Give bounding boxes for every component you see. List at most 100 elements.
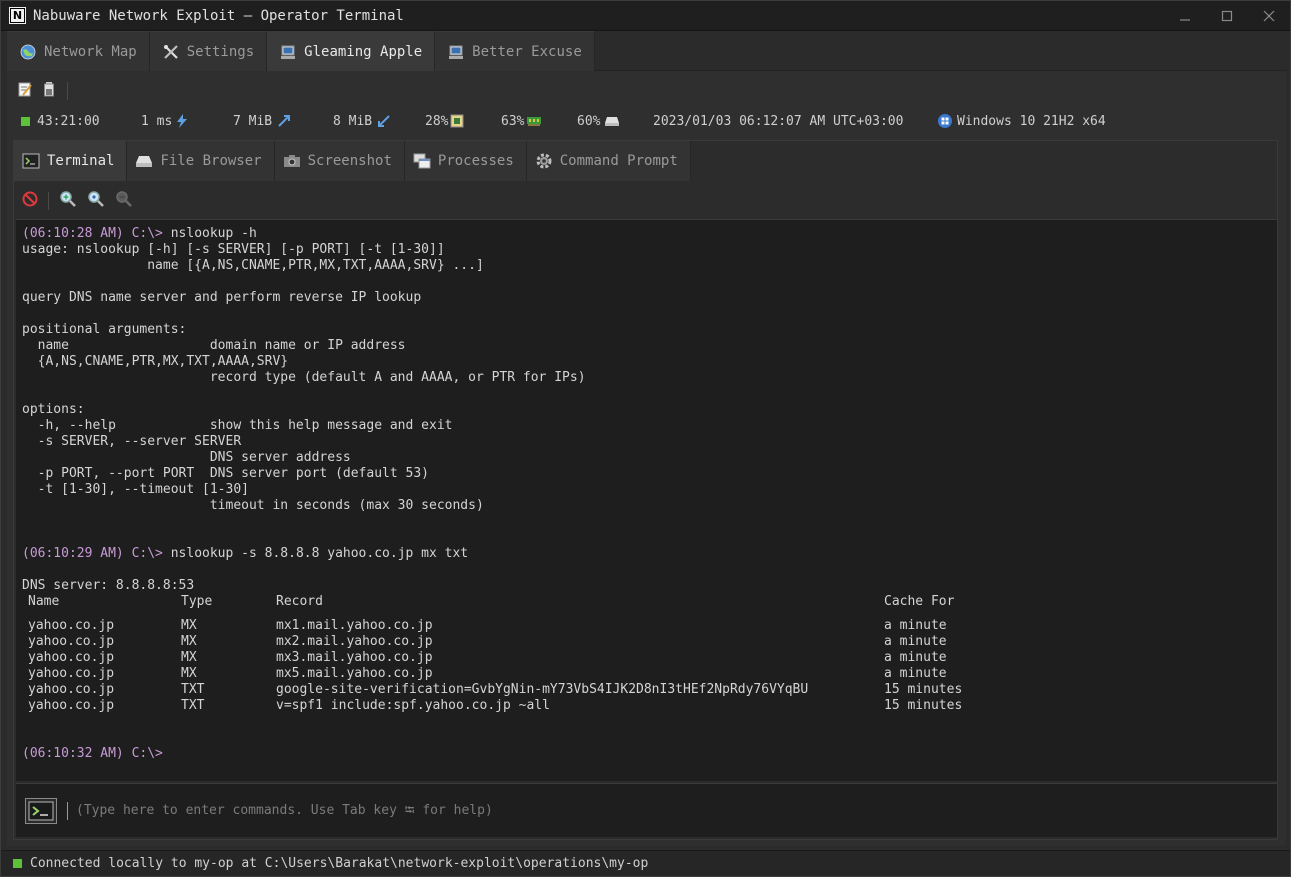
drive-icon [605, 117, 620, 126]
close-icon [1263, 10, 1275, 22]
tab-settings[interactable]: Settings [149, 31, 268, 71]
table-row: yahoo.co.jp TXT v=spf1 include:spf.yahoo.c… [28, 698, 1004, 714]
tab-processes[interactable]: Processes [404, 141, 527, 181]
column-header: Cache For [884, 594, 955, 609]
table-cell: MX [181, 650, 197, 665]
terminal-line: (06:10:29 AM) C:\> nslookup -s 8.8.8.8 y… [22, 546, 1271, 562]
text-cursor [67, 801, 68, 820]
battery-button[interactable] [43, 81, 55, 101]
help-line: record type (default A and AAAA, or PTR … [22, 370, 586, 385]
clear-terminal-button[interactable] [22, 191, 38, 211]
windows-stack-icon [413, 152, 431, 170]
tab-label: Better Excuse [472, 43, 582, 60]
cpu-value: 28% [425, 113, 449, 129]
table-cell: MX [181, 618, 197, 633]
drive-icon [135, 152, 153, 170]
notepad-icon [18, 82, 32, 97]
tab-network-map[interactable]: Network Map [7, 31, 150, 71]
minimize-icon [1180, 19, 1190, 21]
datetime-stat: 2023/01/03 06:12:07 AM UTC+03:00 [653, 114, 938, 129]
help-line: name [{A,NS,CNAME,PTR,MX,TXT,AAAA,SRV} .… [22, 258, 484, 273]
minimize-button[interactable] [1164, 1, 1206, 31]
tab-label: Gleaming Apple [304, 43, 423, 60]
tab-command-prompt[interactable]: Command Prompt [526, 141, 691, 181]
zoom-reset-button[interactable] [87, 190, 105, 212]
help-line: usage: nslookup [-h] [-s SERVER] [-p POR… [22, 242, 445, 257]
table-cell: yahoo.co.jp [28, 698, 115, 713]
column-header: Name [28, 594, 60, 609]
os-stat: Windows 10 21H2 x64 [938, 114, 1106, 129]
close-button[interactable] [1248, 1, 1290, 31]
title-bar[interactable]: N Nabuware Network Exploit — Operator Te… [1, 1, 1290, 31]
computer-icon [447, 43, 465, 61]
tab-gleaming-apple[interactable]: Gleaming Apple [267, 31, 436, 71]
tab-label: Processes [437, 153, 514, 169]
operation-toolbar [17, 81, 68, 101]
zoom-out-icon [116, 191, 132, 207]
terminal-line: (06:10:32 AM) C:\> [22, 746, 1271, 762]
cpu-stat: 28% [425, 114, 501, 129]
command-input[interactable] [76, 803, 1226, 818]
help-line: query DNS name server and perform revers… [22, 290, 422, 305]
toolbar-separator [67, 82, 68, 100]
terminal-prompt: (06:10:32 AM) C:\> [22, 746, 163, 761]
tab-label: Command Prompt [559, 153, 678, 169]
table-row: yahoo.co.jp MX mx3.mail.yahoo.co.jp a minut… [28, 650, 1004, 666]
help-line [22, 274, 1271, 290]
globe-icon [19, 43, 37, 61]
memory-icon [527, 117, 542, 126]
tool-tabs: Terminal File Browser Screenshot Process… [14, 141, 1277, 181]
help-line: name domain name or IP address [22, 338, 406, 353]
memory-value: 63% [501, 113, 525, 129]
terminal-icon [22, 152, 40, 170]
zoom-reset-icon [88, 191, 104, 207]
help-line: -t [1-30], --timeout [1-30] [22, 482, 249, 497]
column-header: Record [276, 594, 323, 609]
help-line: -p PORT, --port PORT DNS server port (de… [22, 466, 429, 481]
help-output: usage: nslookup [-h] [-s SERVER] [-p POR… [22, 242, 1271, 514]
help-line: positional arguments: [22, 322, 187, 337]
zoom-in-button[interactable] [59, 190, 77, 212]
no-entry-icon [22, 191, 38, 207]
tab-terminal[interactable]: Terminal [14, 141, 128, 181]
table-cell: TXT [181, 682, 205, 697]
table-cell: a minute [884, 618, 947, 633]
gear-icon [535, 152, 553, 170]
zoom-out-button[interactable] [115, 190, 133, 212]
table-row: yahoo.co.jp TXT google-site-verification=G… [28, 682, 1004, 698]
agent-status-line: 43:21:00 1 ms 7 MiB 8 MiB 28% 63% 60% 20… [21, 111, 1271, 131]
lightning-icon [177, 114, 188, 128]
tab-screenshot[interactable]: Screenshot [274, 141, 405, 181]
terminal-prompt: (06:10:29 AM) C:\> [22, 546, 163, 561]
maximize-button[interactable] [1206, 1, 1248, 31]
tab-file-browser[interactable]: File Browser [127, 141, 275, 181]
help-line: timeout in seconds (max 30 seconds) [22, 498, 484, 513]
table-cell: a minute [884, 650, 947, 665]
disk-value: 60% [577, 113, 601, 129]
connection-ok-icon [21, 116, 30, 126]
operation-panel: 43:21:00 1 ms 7 MiB 8 MiB 28% 63% 60% 20… [7, 71, 1286, 846]
table-cell: mx1.mail.yahoo.co.jp [276, 618, 433, 633]
table-header-row: Name Type Record Cache For [28, 594, 1004, 618]
status-bar: Connected locally to my-op at C:\Users\B… [1, 850, 1290, 876]
battery-icon [44, 82, 54, 97]
table-cell: mx2.mail.yahoo.co.jp [276, 634, 433, 649]
table-row: yahoo.co.jp MX mx1.mail.yahoo.co.jp a minut… [28, 618, 1004, 634]
terminal-output[interactable]: (06:10:28 AM) C:\> nslookup -h usage: ns… [16, 219, 1277, 781]
tab-better-excuse[interactable]: Better Excuse [435, 31, 595, 71]
table-cell: MX [181, 634, 197, 649]
upload-value: 7 MiB [233, 113, 273, 129]
edit-notes-button[interactable] [17, 81, 33, 101]
uptime-value: 43:21:00 [37, 113, 100, 129]
agent-tools-panel: Terminal File Browser Screenshot Process… [13, 140, 1278, 840]
help-line: options: [22, 402, 85, 417]
table-cell: yahoo.co.jp [28, 634, 115, 649]
table-cell: MX [181, 666, 197, 681]
latency-value: 1 ms [141, 113, 173, 129]
command-bar [16, 783, 1277, 837]
table-cell: v=spf1 include:spf.yahoo.co.jp ~all [276, 698, 550, 713]
upload-stat: 7 MiB [233, 113, 333, 129]
help-line: -s SERVER, --server SERVER [22, 434, 242, 449]
table-cell: yahoo.co.jp [28, 618, 115, 633]
operation-tabs: Network Map Settings Gleaming Apple Bett… [7, 31, 1286, 71]
